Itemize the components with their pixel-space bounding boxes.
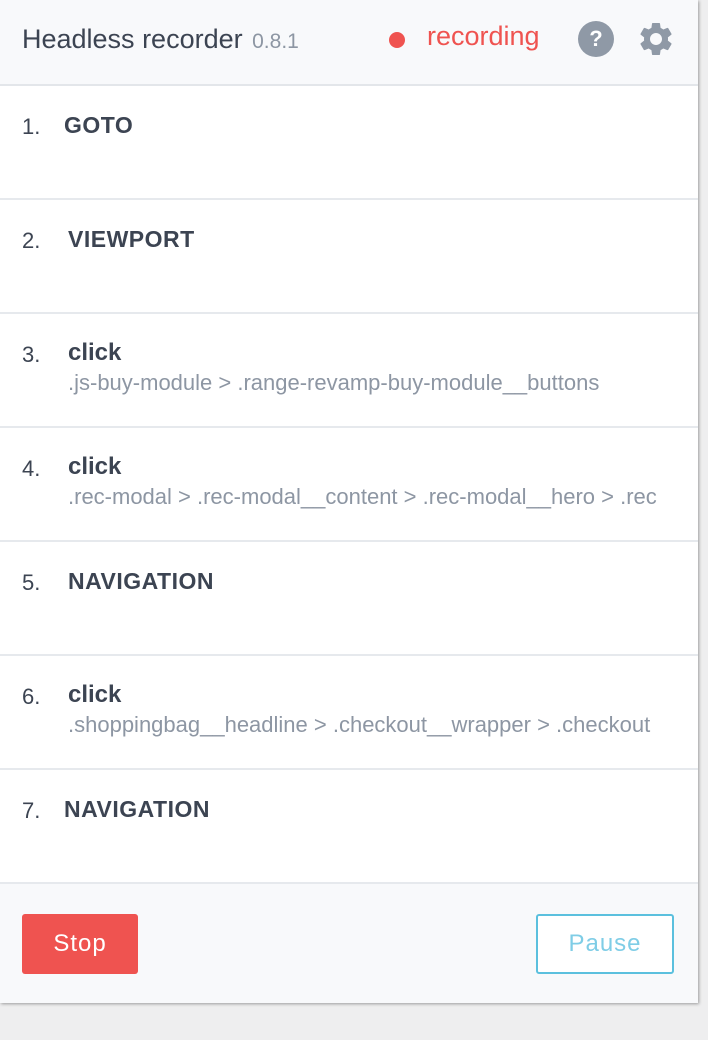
event-row[interactable]: 2. VIEWPORT <box>0 200 698 314</box>
app-version: 0.8.1 <box>252 30 299 53</box>
event-action: NAVIGATION <box>64 796 210 822</box>
event-selector: .rec-modal > .rec-modal__content > .rec-… <box>68 484 657 509</box>
app-title: Headless recorder 0.8.1 <box>22 24 299 55</box>
event-action: VIEWPORT <box>68 226 195 252</box>
event-row[interactable]: 5. NAVIGATION <box>0 542 698 656</box>
help-icon[interactable]: ? <box>578 21 614 57</box>
event-row[interactable]: 1. GOTO <box>0 86 698 200</box>
pause-button[interactable]: Pause <box>536 914 674 974</box>
event-action: click <box>68 681 122 708</box>
event-number: 1. <box>22 114 41 139</box>
event-action: click <box>68 453 122 480</box>
event-number: 3. <box>22 342 41 367</box>
event-action: GOTO <box>64 112 134 138</box>
event-action: click <box>68 339 122 366</box>
event-number: 7. <box>22 798 41 823</box>
event-number: 6. <box>22 684 41 709</box>
event-row[interactable]: 4. click .rec-modal > .rec-modal__conten… <box>0 428 698 542</box>
event-action: NAVIGATION <box>68 568 214 594</box>
footer: Stop Pause <box>0 884 698 1003</box>
event-selector: .shoppingbag__headline > .checkout__wrap… <box>68 712 651 737</box>
event-row[interactable]: 6. click .shoppingbag__headline > .check… <box>0 656 698 770</box>
event-number: 2. <box>22 228 41 253</box>
event-selector: .js-buy-module > .range-revamp-buy-modul… <box>68 370 600 395</box>
gear-icon[interactable] <box>636 19 676 59</box>
stop-button[interactable]: Stop <box>22 914 138 974</box>
event-row[interactable]: 7. NAVIGATION <box>0 770 698 884</box>
event-number: 5. <box>22 570 41 595</box>
event-list: 1. GOTO 2. VIEWPORT 3. click .js-buy-mod… <box>0 86 698 884</box>
header: Headless recorder 0.8.1 recording ? <box>0 0 698 86</box>
recording-status: recording <box>427 21 540 51</box>
event-number: 4. <box>22 456 41 481</box>
event-row[interactable]: 3. click .js-buy-module > .range-revamp-… <box>0 314 698 428</box>
recorder-panel: Headless recorder 0.8.1 recording ? 1. G… <box>0 0 698 1003</box>
app-title-text: Headless recorder <box>22 24 243 54</box>
recording-dot-icon <box>389 32 405 48</box>
